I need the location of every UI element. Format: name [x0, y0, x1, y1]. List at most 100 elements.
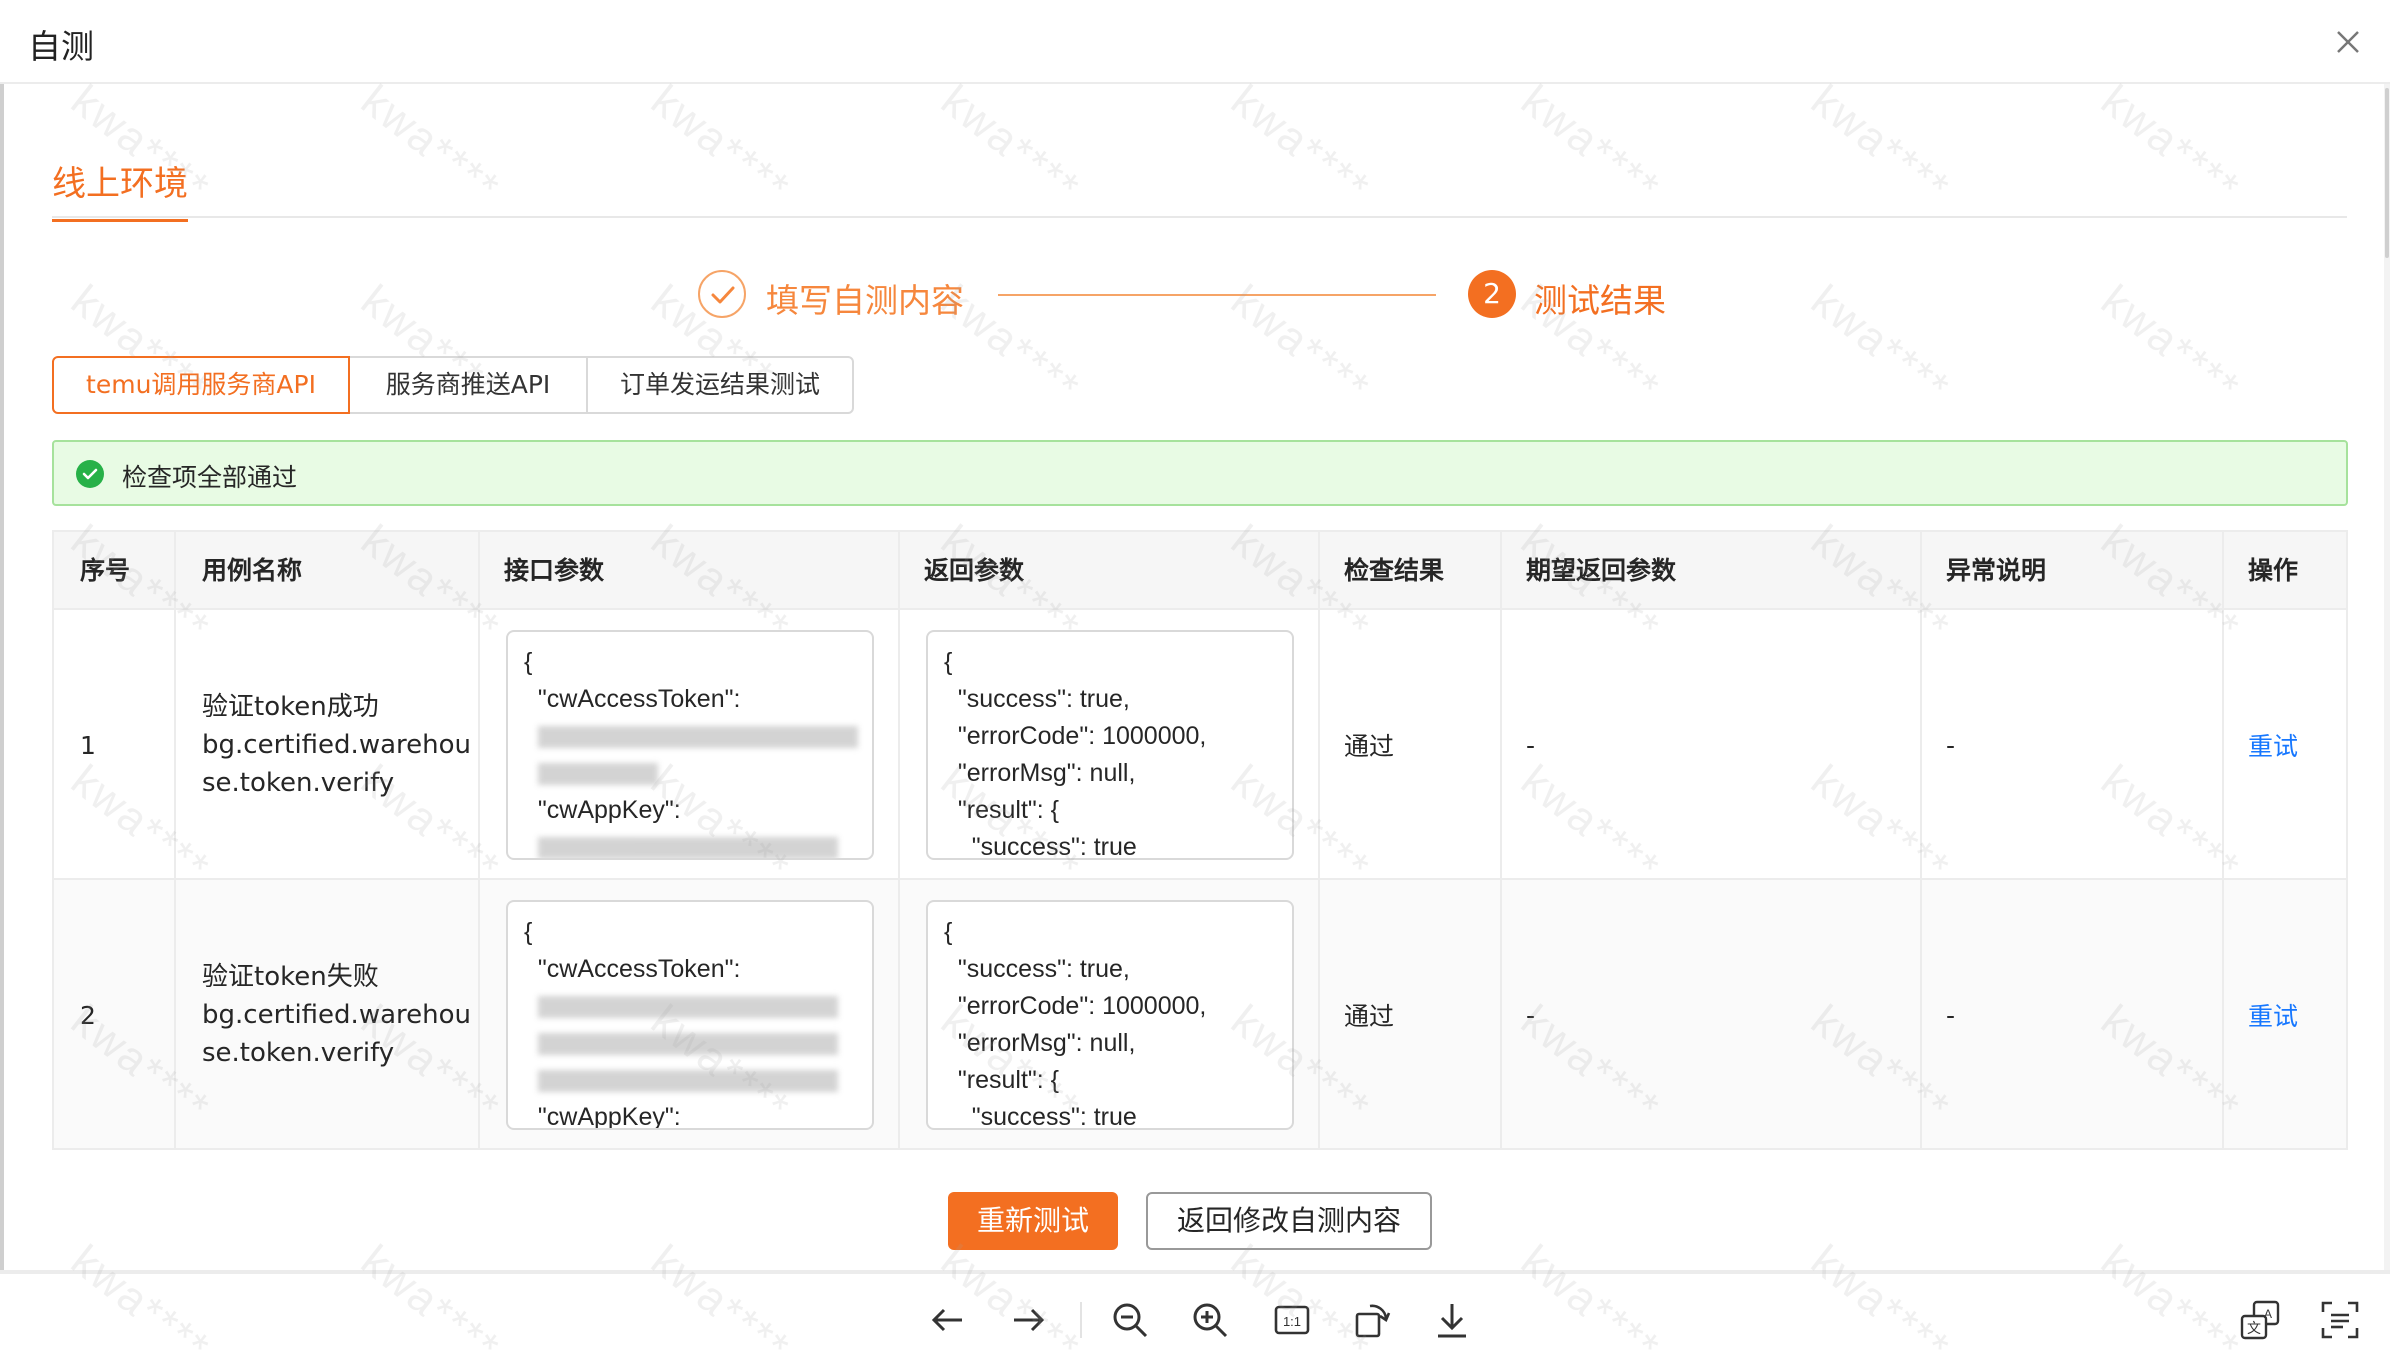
code-line: { [944, 918, 953, 946]
scrollbar[interactable] [2384, 84, 2390, 1274]
column-divider [2222, 532, 2224, 1150]
response-params-box[interactable]: { "success": true, "errorCode": 1000000,… [926, 630, 1294, 860]
environment-tabs: 线上环境 [52, 140, 2347, 222]
tab-temu-call-api[interactable]: temu调用服务商API [52, 356, 350, 414]
left-edge-divider [0, 84, 4, 1274]
retest-button[interactable]: 重新测试 [948, 1192, 1118, 1250]
row-index: 2 [80, 1000, 96, 1030]
table-row: 1 验证token成功 bg.certified.warehou se.toke… [54, 610, 2346, 880]
row-index: 1 [80, 730, 96, 760]
check-circle-icon [76, 460, 104, 488]
redacted-value [524, 755, 856, 792]
case-name-line: 验证token失败 [202, 962, 379, 992]
watermark-text: kwa**** [1802, 275, 1960, 414]
alert-text: 检查项全部通过 [122, 463, 298, 492]
text-recognize-icon[interactable] [2318, 1298, 2362, 1342]
redacted-value [524, 1062, 856, 1099]
case-name-line: bg.certified.warehou [202, 730, 471, 760]
case-name-cell: 验证token失败 bg.certified.warehou se.token.… [176, 880, 478, 1150]
column-divider [1318, 532, 1320, 1150]
code-line: "result": { [944, 796, 1060, 824]
expected-response-cell: - [1526, 730, 1536, 760]
results-table: 序号 用例名称 接口参数 返回参数 检查结果 期望返回参数 异常说明 操作 1 … [52, 530, 2348, 1150]
code-line: "errorMsg": null, [944, 759, 1136, 787]
table-header: 序号 用例名称 接口参数 返回参数 检查结果 期望返回参数 异常说明 操作 [54, 532, 2346, 610]
code-line: "success": true, [944, 685, 1130, 713]
arrow-right-icon[interactable] [1006, 1298, 1050, 1342]
translate-icon[interactable]: 文A [2238, 1298, 2282, 1342]
step-1-label: 填写自测内容 [766, 281, 964, 320]
code-line: { [524, 648, 533, 676]
retry-link[interactable]: 重试 [2248, 727, 2298, 763]
action-cell: 重试 [2222, 880, 2346, 1150]
redacted-value [524, 829, 856, 858]
exception-note-cell: - [1946, 730, 1956, 760]
tab-online-env[interactable]: 线上环境 [52, 156, 188, 222]
download-icon[interactable] [1430, 1298, 1474, 1342]
code-line: "errorMsg": null, [944, 1029, 1136, 1057]
column-divider [478, 532, 480, 1150]
code-line: "success": true [944, 833, 1137, 860]
column-divider [1920, 532, 1922, 1150]
svg-text:A: A [2264, 1307, 2272, 1321]
code-line: "errorCode": 1000000, [944, 722, 1207, 750]
redacted-value [524, 988, 856, 1025]
redacted-value [524, 1025, 856, 1062]
arrow-left-icon[interactable] [926, 1298, 970, 1342]
response-params-box[interactable]: { "success": true, "errorCode": 1000000,… [926, 900, 1294, 1130]
column-divider [898, 532, 900, 1150]
case-name-line: bg.certified.warehou [202, 1000, 471, 1030]
dialog-header: 自测 [0, 0, 2390, 84]
check-icon [698, 270, 746, 318]
expected-response-cell: - [1526, 1000, 1536, 1030]
step-2-number: 2 [1468, 270, 1516, 318]
code-line: "errorCode": 1000000, [944, 992, 1207, 1020]
case-name-line: 验证token成功 [202, 692, 379, 722]
request-params-box[interactable]: { "cwAccessToken": "cwAppKey": [506, 630, 874, 860]
back-edit-button[interactable]: 返回修改自测内容 [1146, 1192, 1432, 1250]
actual-size-icon[interactable]: 1:1 [1270, 1298, 1314, 1342]
header-response-params: 返回参数 [924, 556, 1025, 585]
case-name-line: se.token.verify [202, 1038, 395, 1068]
watermark-text: kwa**** [2092, 275, 2250, 414]
column-divider [1500, 532, 1502, 1150]
action-cell: 重试 [2222, 610, 2346, 880]
viewer-toolbar: 1:1 文A [0, 1274, 2390, 1368]
code-line: "cwAppKey": [524, 796, 681, 824]
tab-provider-push-api[interactable]: 服务商推送API [348, 356, 588, 414]
code-line: { [524, 918, 533, 946]
code-line: "cwAccessToken": [524, 955, 741, 983]
redacted-value [524, 718, 858, 755]
code-line: "cwAppKey": [524, 1103, 681, 1130]
code-line: "success": true [944, 1103, 1137, 1130]
scrollbar-thumb[interactable] [2385, 88, 2389, 258]
self-test-dialog: 自测 线上环境 填写自测内容 2 测试结果 temu调用服务商API 服务商推送… [0, 0, 2390, 1368]
request-params-box[interactable]: { "cwAccessToken": "cwAppKey": [506, 900, 874, 1130]
close-icon[interactable] [2328, 22, 2368, 62]
toolbar-separator [1080, 1302, 1082, 1338]
zoom-out-icon[interactable] [1108, 1298, 1152, 1342]
zoom-in-icon[interactable] [1188, 1298, 1232, 1342]
step-connector [998, 294, 1436, 296]
code-line: "cwAccessToken": [524, 685, 741, 713]
header-exception-note: 异常说明 [1946, 556, 2047, 585]
code-line: { [944, 648, 953, 676]
success-alert: 检查项全部通过 [52, 440, 2348, 506]
header-action: 操作 [2248, 556, 2299, 585]
column-divider [174, 532, 176, 1150]
retry-link[interactable]: 重试 [2248, 997, 2298, 1033]
case-name-line: se.token.verify [202, 768, 395, 798]
tab-order-shipment-test[interactable]: 订单发运结果测试 [586, 356, 854, 414]
header-index: 序号 [80, 556, 131, 585]
rotate-icon[interactable] [1350, 1298, 1394, 1342]
case-name-cell: 验证token成功 bg.certified.warehou se.token.… [176, 610, 478, 880]
progress-steps: 填写自测内容 2 测试结果 [698, 268, 1698, 320]
step-2-label: 测试结果 [1534, 281, 1666, 320]
check-result-cell: 通过 [1344, 1002, 1395, 1031]
svg-text:1:1: 1:1 [1283, 1314, 1301, 1329]
table-row: 2 验证token失败 bg.certified.warehou se.toke… [54, 880, 2346, 1150]
header-request-params: 接口参数 [504, 556, 605, 585]
svg-text:文: 文 [2247, 1321, 2261, 1337]
header-case-name: 用例名称 [202, 556, 303, 585]
check-result-cell: 通过 [1344, 732, 1395, 761]
